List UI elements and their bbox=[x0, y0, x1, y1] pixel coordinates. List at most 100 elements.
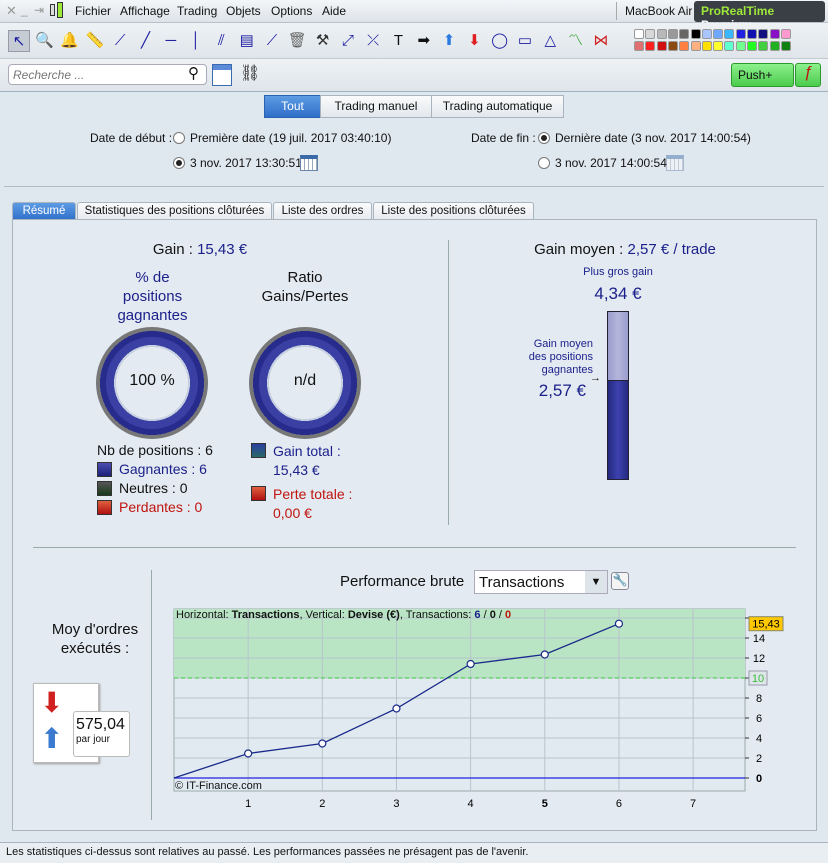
color-swatch[interactable] bbox=[690, 29, 701, 39]
search-input[interactable] bbox=[8, 64, 207, 85]
gain-label: Gain : bbox=[152, 241, 193, 258]
disclaimer-footer: Les statistiques ci-dessus sont relative… bbox=[0, 842, 828, 863]
settings-icon[interactable]: ⚒ bbox=[312, 30, 334, 52]
color-swatch[interactable] bbox=[758, 29, 769, 39]
menu-affichage[interactable]: Affichage bbox=[120, 4, 170, 18]
menu-trading[interactable]: Trading bbox=[177, 4, 217, 18]
color-swatch[interactable] bbox=[735, 41, 746, 51]
vertical-line-icon[interactable]: │ bbox=[185, 30, 207, 52]
menu-aide[interactable]: Aide bbox=[322, 4, 346, 18]
device-name: MacBook Air bbox=[625, 4, 693, 18]
menu-options[interactable]: Options bbox=[271, 4, 312, 18]
tab-liste-positions[interactable]: Liste des positions clôturées bbox=[373, 202, 534, 220]
search-icon[interactable]: ⚲ bbox=[188, 64, 199, 82]
start-custom-date-radio[interactable] bbox=[173, 157, 185, 169]
brand-name: ProRealTime bbox=[701, 4, 775, 18]
point-line-icon[interactable]: ⤢ bbox=[337, 30, 359, 52]
color-swatch[interactable] bbox=[656, 29, 667, 39]
nb-positions: Nb de positions : 6 bbox=[97, 442, 213, 458]
start-custom-date[interactable]: 3 nov. 2017 13:30:51 bbox=[190, 156, 302, 170]
tab-statistiques[interactable]: Statistiques des positions clôturées bbox=[77, 202, 272, 220]
t-neutral: 0 bbox=[489, 609, 496, 621]
color-swatch[interactable] bbox=[679, 41, 690, 51]
ruler-icon[interactable]: 📏 bbox=[84, 30, 106, 52]
performance-select[interactable]: Transactions ▼ bbox=[474, 570, 608, 594]
push-button[interactable]: Push+ bbox=[731, 63, 794, 87]
menu-fichier[interactable]: Fichier bbox=[75, 4, 111, 18]
channel-icon[interactable]: ⟋ bbox=[261, 30, 283, 52]
color-swatch[interactable] bbox=[645, 29, 656, 39]
minimize-icon[interactable]: _ bbox=[21, 3, 28, 17]
arrow-down-icon[interactable]: ⬇ bbox=[463, 30, 485, 52]
close-icon[interactable]: ✕ bbox=[6, 3, 17, 19]
color-swatch[interactable] bbox=[769, 29, 780, 39]
color-swatch[interactable] bbox=[724, 29, 735, 39]
tab-liste-ordres[interactable]: Liste des ordres bbox=[273, 202, 372, 220]
trash-icon[interactable]: 🗑 bbox=[286, 30, 308, 52]
color-swatch[interactable] bbox=[701, 29, 712, 39]
chevron-down-icon[interactable]: ▼ bbox=[585, 571, 607, 593]
filter-trading-automatique[interactable]: Trading automatique bbox=[431, 95, 564, 118]
filter-trading-manuel[interactable]: Trading manuel bbox=[320, 95, 432, 118]
color-swatch[interactable] bbox=[780, 29, 791, 39]
color-swatch[interactable] bbox=[747, 29, 757, 39]
data-point bbox=[318, 739, 327, 748]
calendar-icon[interactable] bbox=[300, 155, 318, 171]
arrow-up-icon[interactable]: ⬆ bbox=[438, 30, 460, 52]
color-swatch[interactable] bbox=[747, 41, 757, 51]
winners: Gagnantes : 6 bbox=[119, 461, 207, 477]
color-swatch[interactable] bbox=[769, 41, 780, 51]
color-swatch[interactable] bbox=[758, 41, 769, 51]
h-value: Transactions bbox=[231, 609, 300, 621]
pattern-icon[interactable]: ⋈ bbox=[590, 30, 612, 52]
wrench-icon[interactable]: 🔧 bbox=[611, 572, 629, 590]
line-icon[interactable]: ╱ bbox=[135, 30, 157, 52]
cross-line-icon[interactable]: ⤫ bbox=[362, 30, 384, 52]
color-swatch[interactable] bbox=[679, 29, 690, 39]
color-swatch[interactable] bbox=[634, 29, 644, 39]
performance-title: Performance brute bbox=[340, 573, 465, 590]
y-tick-label: 2 bbox=[756, 753, 762, 765]
loss-total-label: Perte totale : bbox=[273, 486, 353, 502]
color-swatch[interactable] bbox=[634, 41, 644, 51]
color-swatch[interactable] bbox=[667, 41, 678, 51]
tab-resume[interactable]: Résumé bbox=[12, 202, 76, 220]
zigzag-icon[interactable]: 〽 bbox=[565, 30, 587, 52]
flash-button[interactable]: ƒ bbox=[795, 63, 821, 87]
rectangle-icon[interactable]: ▭ bbox=[514, 30, 536, 52]
color-swatch[interactable] bbox=[690, 41, 701, 51]
candlestick-icon bbox=[50, 4, 55, 16]
fibonacci-icon[interactable]: ▤ bbox=[236, 30, 258, 52]
color-swatch[interactable] bbox=[735, 29, 746, 39]
add-chart-icon[interactable] bbox=[212, 64, 232, 86]
link-icon[interactable]: ⛓ bbox=[240, 63, 260, 83]
ellipse-icon[interactable]: ◯ bbox=[489, 30, 511, 52]
end-custom-date-radio[interactable] bbox=[538, 157, 550, 169]
color-swatch[interactable] bbox=[645, 41, 656, 51]
color-swatch[interactable] bbox=[780, 41, 791, 51]
alert-bell-icon[interactable]: 🔔 bbox=[59, 30, 81, 52]
menu-objets[interactable]: Objets bbox=[226, 4, 261, 18]
end-custom-date[interactable]: 3 nov. 2017 14:00:54 bbox=[555, 156, 667, 170]
end-last-date-radio[interactable] bbox=[538, 132, 550, 144]
color-swatch[interactable] bbox=[656, 41, 667, 51]
pin-icon[interactable]: ⇥ bbox=[34, 3, 44, 17]
color-swatch[interactable] bbox=[667, 29, 678, 39]
parallel-lines-icon[interactable]: ⫽ bbox=[210, 30, 232, 52]
magnifier-icon[interactable]: 🔍 bbox=[33, 30, 55, 52]
color-swatch[interactable] bbox=[724, 41, 735, 51]
data-point bbox=[614, 619, 624, 628]
losers-swatch bbox=[97, 500, 112, 515]
x-tick-label: 5 bbox=[542, 798, 548, 810]
horizontal-line-icon[interactable]: ─ bbox=[160, 30, 182, 52]
segment-icon[interactable]: ⟋ bbox=[109, 30, 131, 52]
color-swatch[interactable] bbox=[713, 29, 724, 39]
cursor-icon[interactable]: ↖ bbox=[8, 30, 30, 52]
start-first-date-radio[interactable] bbox=[173, 132, 185, 144]
triangle-icon[interactable]: △ bbox=[539, 30, 561, 52]
filter-tout[interactable]: Tout bbox=[264, 95, 321, 118]
arrow-right-icon[interactable]: ➡ bbox=[413, 30, 435, 52]
text-icon[interactable]: T bbox=[388, 30, 410, 52]
color-swatch[interactable] bbox=[713, 41, 724, 51]
color-swatch[interactable] bbox=[701, 41, 712, 51]
